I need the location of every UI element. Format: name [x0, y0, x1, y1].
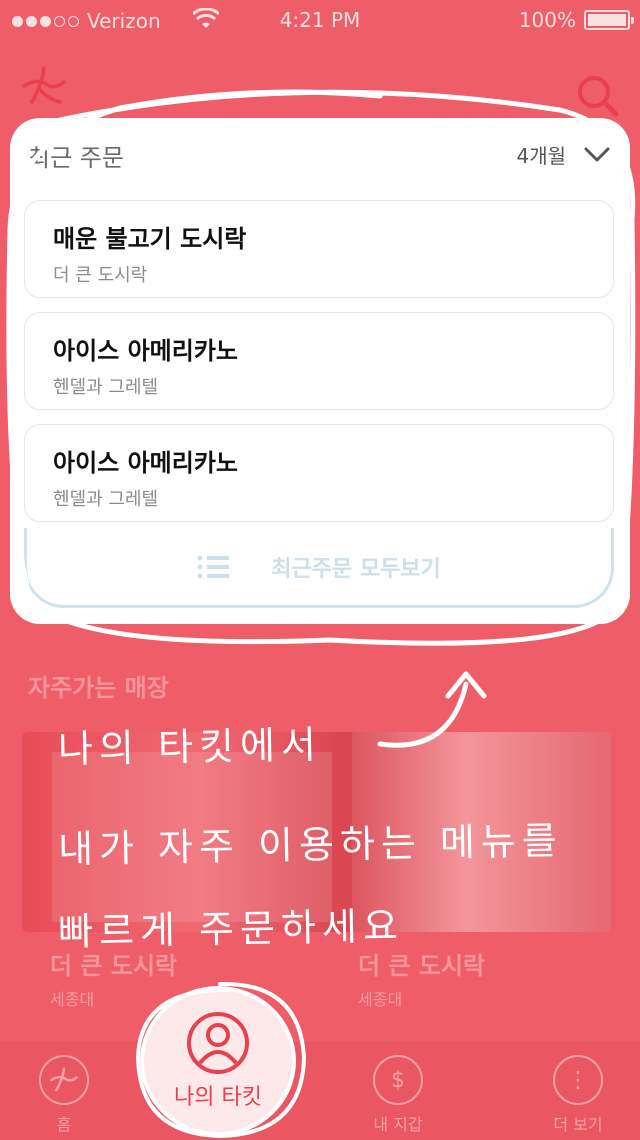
user-icon — [187, 1012, 249, 1074]
tab-home[interactable]: 홈 — [14, 1055, 114, 1135]
tab-home-label: 홈 — [56, 1115, 72, 1134]
promo-line-2: 내가 자주 이용하는 메뉴를 — [57, 818, 564, 872]
recent-orders-card: 최근 주문 4개월 매운 불고기 도시락 더 큰 도시락 아이스 아메리카노 헨… — [10, 118, 630, 624]
arrow-icon — [377, 671, 487, 748]
store-location: 세종대 — [358, 990, 403, 1009]
order-item[interactable]: 매운 불고기 도시락 더 큰 도시락 — [24, 200, 614, 298]
view-all-label: 최근주문 모두보기 — [271, 556, 441, 582]
tab-wallet[interactable]: $ 내 지갑 — [348, 1055, 448, 1135]
store-name: 더 큰 도시락 — [358, 952, 486, 980]
order-item[interactable]: 아이스 아메리카노 헨델과 그레텔 — [24, 312, 614, 410]
view-all-orders-button[interactable]: 최근주문 모두보기 — [24, 528, 614, 608]
tab-my-ticket[interactable]: 나의 타킷 — [140, 986, 296, 1136]
order-item-store: 헨델과 그레텔 — [53, 489, 159, 510]
order-item-store: 헨델과 그레텔 — [53, 377, 159, 398]
dollar-icon: $ — [373, 1055, 423, 1105]
frequent-stores-title: 자주가는 매장 — [28, 674, 169, 702]
period-selector[interactable]: 4개월 — [516, 140, 610, 169]
status-bar: Verizon 4:21 PM 100% — [0, 0, 640, 40]
tab-wallet-label: 내 지갑 — [373, 1115, 423, 1134]
recent-orders-header: 최근 주문 4개월 — [28, 138, 610, 172]
tab-bar: 홈 $ 내 지갑 ⋮ 더 보기 — [0, 1042, 640, 1140]
promo-line-1: 나의 타킷에서 — [57, 722, 323, 772]
battery: 100% — [518, 8, 634, 32]
chevron-down-icon — [584, 147, 610, 161]
order-item-name: 아이스 아메리카노 — [53, 449, 238, 477]
promo-line-3: 빠르게 주문하세요 — [57, 903, 405, 955]
store-location: 세종대 — [50, 990, 95, 1009]
logo-tab-icon — [39, 1055, 89, 1105]
search-icon[interactable] — [574, 72, 622, 120]
logo-icon[interactable] — [20, 66, 68, 106]
more-icon: ⋮ — [553, 1055, 603, 1105]
tab-more-label: 더 보기 — [553, 1115, 603, 1134]
order-item-store: 더 큰 도시락 — [53, 265, 148, 286]
order-item-name: 아이스 아메리카노 — [53, 337, 238, 365]
period-label: 4개월 — [516, 144, 566, 168]
tab-more[interactable]: ⋮ 더 보기 — [528, 1055, 628, 1135]
battery-icon — [584, 10, 634, 30]
list-icon — [197, 555, 230, 578]
battery-percent: 100% — [518, 8, 576, 32]
order-item[interactable]: 아이스 아메리카노 헨델과 그레텔 — [24, 424, 614, 522]
order-item-name: 매운 불고기 도시락 — [53, 225, 247, 253]
tab-my-ticket-label: 나의 타킷 — [174, 1085, 262, 1110]
recent-orders-title: 최근 주문 — [28, 144, 124, 172]
